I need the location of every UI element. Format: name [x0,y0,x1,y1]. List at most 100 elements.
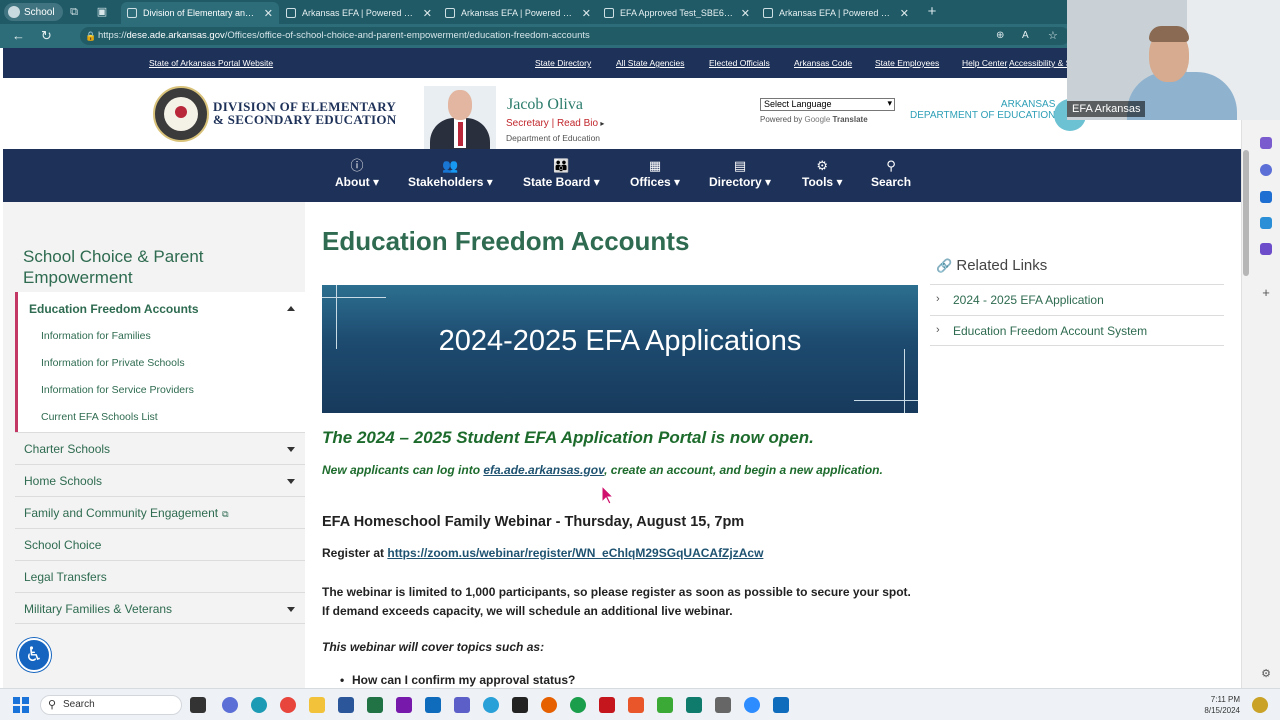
chevron-up-icon[interactable] [287,306,295,311]
read-aloud-icon[interactable]: A [1022,28,1029,44]
nav-search[interactable]: ⚲ Search [871,157,911,189]
excel-icon[interactable] [367,697,383,713]
firefox-icon[interactable] [541,697,557,713]
banner-text: 2024-2025 EFA Applications [438,325,802,357]
camtasia-icon[interactable] [657,697,673,713]
acrobat-icon[interactable] [599,697,615,713]
building-icon: ▦ [648,158,662,173]
onenote-icon[interactable] [396,697,412,713]
chrome-icon[interactable] [280,697,296,713]
util-link-portal[interactable]: State of Arkansas Portal Website [149,58,273,68]
edge-browser-icon[interactable] [251,697,267,713]
chevron-down-icon[interactable] [287,607,295,612]
efa-portal-link[interactable]: efa.ade.arkansas.gov [483,463,604,477]
weather-icon[interactable] [483,697,499,713]
publisher-icon[interactable] [686,697,702,713]
sidebar-sub-private-schools[interactable]: Information for Private Schools [41,357,185,369]
outlook-icon[interactable] [1260,191,1272,203]
back-icon[interactable]: ← [12,28,25,44]
extension-icon[interactable] [1260,137,1272,149]
nav-tools[interactable]: ⚙ Tools ▾ [802,157,842,189]
terminal-icon[interactable] [512,697,528,713]
tab-actions-icon[interactable]: ▣ [94,4,110,20]
zoom-icon[interactable]: ⊕ [996,28,1004,44]
nav-stakeholders[interactable]: 👥 Stakeholders ▾ [408,157,493,189]
sidebar-item-charter-schools[interactable]: Charter Schools [15,432,305,464]
settings-gear-icon[interactable]: ⚙ [1260,668,1272,680]
sidebar-sub-schools-list[interactable]: Current EFA Schools List [41,411,158,423]
outlook-new-icon[interactable] [773,697,789,713]
close-icon[interactable]: ✕ [582,7,591,20]
system-clock[interactable]: 7:11 PM 8/15/2024 [1190,694,1240,716]
nav-directory[interactable]: ▤ Directory ▾ [709,157,771,189]
related-link-efa-application[interactable]: › 2024 - 2025 EFA Application [930,284,1224,315]
util-link-code[interactable]: Arkansas Code [794,58,852,68]
favorite-star-icon[interactable]: ☆ [1048,28,1058,44]
tab-efa-1[interactable]: Arkansas EFA | Powered by Theo ✕ [280,2,438,24]
sidebar-item-family-engagement[interactable]: Family and Community Engagement ⧉ [15,496,305,528]
sidebar-sub-families[interactable]: Information for Families [41,330,151,342]
close-icon[interactable]: ✕ [423,7,432,20]
taskbar-search[interactable]: Search [40,695,182,715]
copilot-taskbar-icon[interactable] [222,697,238,713]
sidebar-item-education-freedom-accounts[interactable]: Education Freedom Accounts Information f… [15,292,305,432]
profile-avatar-icon [8,6,20,18]
profile-button[interactable]: School [4,3,63,21]
close-icon[interactable]: ✕ [264,7,273,20]
sidebar-item-military-families[interactable]: Military Families & Veterans [15,592,305,624]
sidebar-item-school-choice[interactable]: School Choice [15,528,305,560]
efa-applications-banner: 2024-2025 EFA Applications [322,285,918,413]
accessibility-button[interactable]: ♿ [17,638,51,672]
nav-state-board[interactable]: 👪 State Board ▾ [523,157,600,189]
scrollbar-thumb[interactable] [1243,150,1249,276]
word-icon[interactable] [338,697,354,713]
tab-pdf[interactable]: EFA Approved Test_SBE613.pdf - ✕ [598,2,756,24]
file-explorer-icon[interactable] [309,697,325,713]
tab-efa-3[interactable]: Arkansas EFA | Powered by Theo ✕ [757,2,915,24]
url-field[interactable]: 🔒 https://dese.ade.arkansas.gov/Offices/… [80,27,1070,45]
util-link-accessibility[interactable]: Accessibility & S [1009,58,1071,68]
nav-offices[interactable]: ▦ Offices ▾ [630,157,680,189]
link-icon: 🔗 [936,258,953,273]
util-link-employees[interactable]: State Employees [875,58,939,68]
read-bio-link[interactable]: Read Bio [557,118,598,129]
util-link-directory[interactable]: State Directory [535,58,591,68]
tab-efa-2[interactable]: Arkansas EFA | Powered by Theo ✕ [439,2,597,24]
accessibility-icon: ♿ [25,644,43,666]
dese-seal-logo[interactable] [153,86,209,142]
grammarly-icon[interactable] [570,697,586,713]
windows-start-icon[interactable] [13,697,29,713]
language-select[interactable]: Select Language [760,98,895,111]
tools-icon[interactable] [1260,243,1272,255]
refresh-icon[interactable]: ↻ [41,28,52,44]
teams-icon[interactable] [454,697,470,713]
util-link-officials[interactable]: Elected Officials [709,58,770,68]
util-link-agencies[interactable]: All State Agencies [616,58,685,68]
close-icon[interactable]: ✕ [741,7,750,20]
sidebar-item-legal-transfers[interactable]: Legal Transfers [15,560,305,592]
dese-wordmark[interactable]: DIVISION OF ELEMENTARY & SECONDARY EDUCA… [213,100,397,126]
chevron-down-icon[interactable] [287,479,295,484]
tab-dese[interactable]: Division of Elementary and Secon ✕ [121,2,279,24]
close-icon[interactable]: ✕ [900,7,909,20]
video-call-tile[interactable]: EFA Arkansas [1067,0,1280,120]
copilot-icon[interactable] [1260,164,1272,176]
notifications-icon[interactable] [1252,697,1268,713]
sidebar-item-home-schools[interactable]: Home Schools [15,464,305,496]
related-link-efa-system[interactable]: › Education Freedom Account System [930,315,1224,346]
util-link-help[interactable]: Help Center [962,58,1007,68]
new-tab-button[interactable]: + [924,4,940,20]
outlook-taskbar-icon[interactable] [425,697,441,713]
task-view-icon[interactable] [190,697,206,713]
send-icon[interactable] [1260,217,1272,229]
webinar-register-link[interactable]: https://zoom.us/webinar/register/WN_eChl… [387,546,763,560]
add-icon[interactable]: + [1260,286,1272,299]
snagit-icon[interactable] [628,697,644,713]
nav-about[interactable]: ⓘ About ▾ [335,157,379,189]
sidebar-sub-service-providers[interactable]: Information for Service Providers [41,384,194,396]
chevron-down-icon[interactable] [287,447,295,452]
zoom-app-icon[interactable] [744,697,760,713]
calculator-icon[interactable] [715,697,731,713]
workspaces-icon[interactable]: ⧉ [66,4,82,20]
ade-logo[interactable]: ARKANSAS DEPARTMENT OF EDUCATION [910,99,1055,121]
